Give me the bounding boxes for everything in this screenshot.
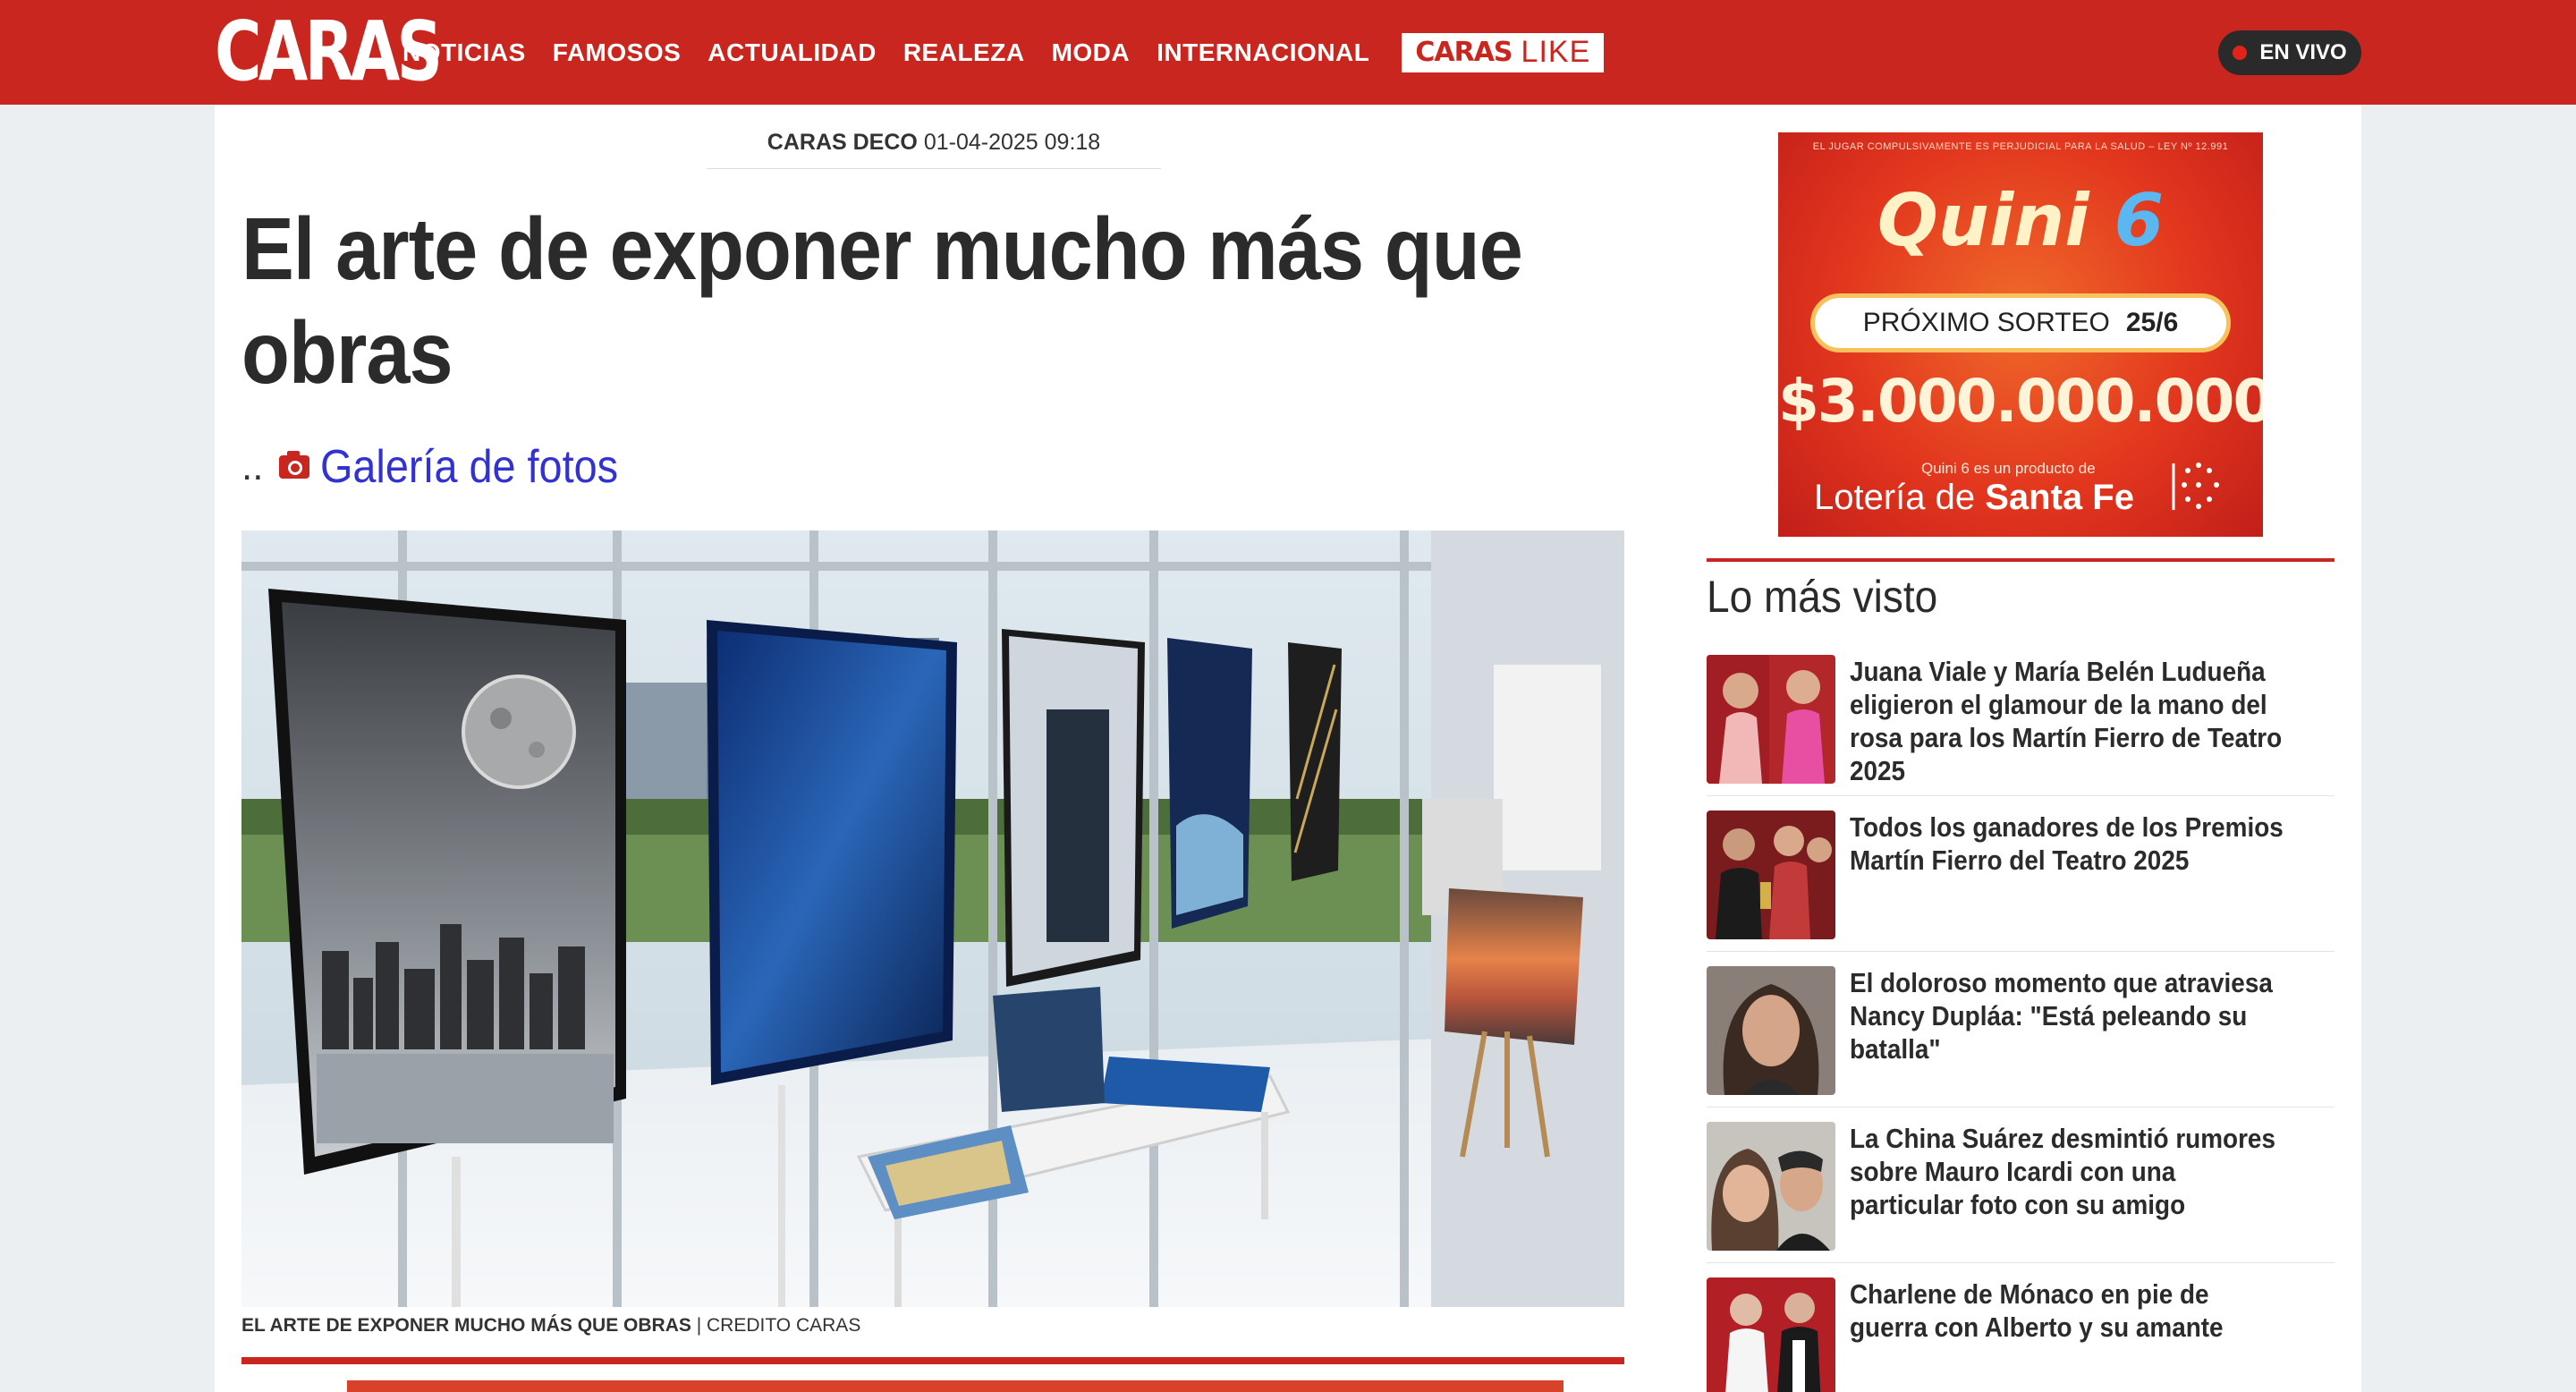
live-dot-icon [2233, 46, 2248, 60]
top-navigation-bar: CARAS NOTICIAS FAMOSOS ACTUALIDAD REALEZ… [0, 0, 2576, 105]
nav-item-famosos[interactable]: FAMOSOS [553, 38, 682, 67]
article-divider [242, 1357, 1624, 1364]
subline-dots: .. [242, 445, 264, 488]
most-viewed-item-title[interactable]: Juana Viale y María Belén Ludueña eligie… [1850, 655, 2286, 787]
main-nav: NOTICIAS FAMOSOS ACTUALIDAD REALEZA MODA… [402, 0, 1605, 105]
ad-lottery-prefix: Lotería de [1814, 478, 1986, 517]
ad-legal-text: EL JUGAR COMPULSIVAMENTE ES PERJUDICIAL … [1812, 141, 2229, 152]
most-viewed-thumbnail[interactable] [1707, 811, 1835, 939]
most-viewed-thumbnail[interactable] [1707, 1277, 1835, 1392]
ad-next-draw-label: PRÓXIMO SORTEO [1862, 308, 2110, 337]
quini6-advertisement[interactable]: EL JUGAR COMPULSIVAMENTE ES PERJUDICIAL … [1778, 132, 2263, 537]
nav-item-noticias[interactable]: NOTICIAS [402, 38, 526, 67]
caption-title: EL ARTE DE EXPONER MUCHO MÁS QUE OBRAS [242, 1315, 691, 1336]
list-divider [1707, 1262, 2334, 1263]
live-button[interactable]: EN VIVO [2218, 30, 2361, 75]
most-viewed-item[interactable]: Todos los ganadores de los Premios Martí… [1707, 811, 2334, 939]
most-viewed-title: Lo más visto [1707, 572, 1938, 622]
list-divider [1707, 795, 2334, 796]
most-viewed-item-title[interactable]: La China Suárez desmintió rumores sobre … [1850, 1122, 2286, 1251]
camera-icon [279, 451, 310, 479]
most-viewed-item[interactable]: Juana Viale y María Belén Ludueña eligie… [1707, 655, 2334, 787]
ad-lottery-name: Lotería de Santa Fe [1814, 478, 2134, 518]
ad-prize: $3.000.000.000 [1778, 367, 2263, 436]
nav-item-internacional[interactable]: INTERNACIONAL [1157, 38, 1369, 67]
nav-item-realeza[interactable]: REALEZA [903, 38, 1025, 67]
ad-brand-number: 6 [2114, 179, 2165, 262]
caras-like-link[interactable]: CARAS LIKE [1402, 32, 1605, 72]
nav-item-actualidad[interactable]: ACTUALIDAD [708, 38, 877, 67]
list-divider [1707, 1107, 2334, 1108]
caption-credit: CREDITO CARAS [707, 1315, 861, 1336]
most-viewed-item[interactable]: Charlene de Mónaco en pie de guerra con … [1707, 1277, 2334, 1392]
live-label: EN VIVO [2259, 40, 2347, 64]
ad-lottery-brand: Santa Fe [1985, 478, 2134, 517]
article-section[interactable]: CARAS DECO [767, 130, 918, 155]
nav-item-moda[interactable]: MODA [1052, 38, 1131, 67]
ad-brand-name: Quini [1877, 179, 2114, 262]
most-viewed-thumbnail[interactable] [1707, 966, 1835, 1095]
article-date: 01-04-2025 09:18 [923, 130, 1101, 155]
ad-brand: Quini 6 [1778, 179, 2263, 262]
list-divider [1707, 951, 2334, 952]
most-viewed-item-title[interactable]: Todos los ganadores de los Premios Martí… [1850, 811, 2286, 939]
most-viewed-item[interactable]: El doloroso momento que atraviesa Nancy … [1707, 966, 2334, 1095]
article-subline: .. Galería de fotos [242, 440, 651, 494]
ad-next-draw: PRÓXIMO SORTEO 25/6 [1810, 293, 2231, 352]
most-viewed-item-title[interactable]: Charlene de Mónaco en pie de guerra con … [1850, 1277, 2286, 1392]
article-main-image[interactable] [242, 530, 1624, 1307]
caption-separator: | [691, 1315, 708, 1336]
most-viewed-thumbnail[interactable] [1707, 655, 1835, 784]
caras-like-label: LIKE [1521, 35, 1591, 69]
most-viewed-item[interactable]: La China Suárez desmintió rumores sobre … [1707, 1122, 2334, 1251]
next-image-preview[interactable] [347, 1380, 1563, 1392]
image-caption: EL ARTE DE EXPONER MUCHO MÁS QUE OBRAS |… [242, 1315, 860, 1337]
gallery-photo-illustration [242, 530, 1624, 1307]
caras-like-logo-part: CARAS [1415, 37, 1513, 68]
most-viewed-item-title[interactable]: El doloroso momento que atraviesa Nancy … [1850, 966, 2286, 1095]
ad-next-draw-date: 25/6 [2125, 308, 2179, 337]
ad-product-note: Quini 6 es un producto de [1921, 460, 2096, 477]
most-viewed-thumbnail[interactable] [1707, 1122, 1835, 1251]
article-meta: CARAS DECO 01-04-2025 09:18 [707, 130, 1161, 156]
article-title: El arte de exponer mucho más que obras [242, 199, 1523, 402]
lottery-logo-icon [2172, 463, 2219, 510]
meta-divider [707, 168, 1161, 169]
photo-gallery-link[interactable]: Galería de fotos [320, 440, 618, 494]
sidebar-divider [1707, 558, 2334, 562]
